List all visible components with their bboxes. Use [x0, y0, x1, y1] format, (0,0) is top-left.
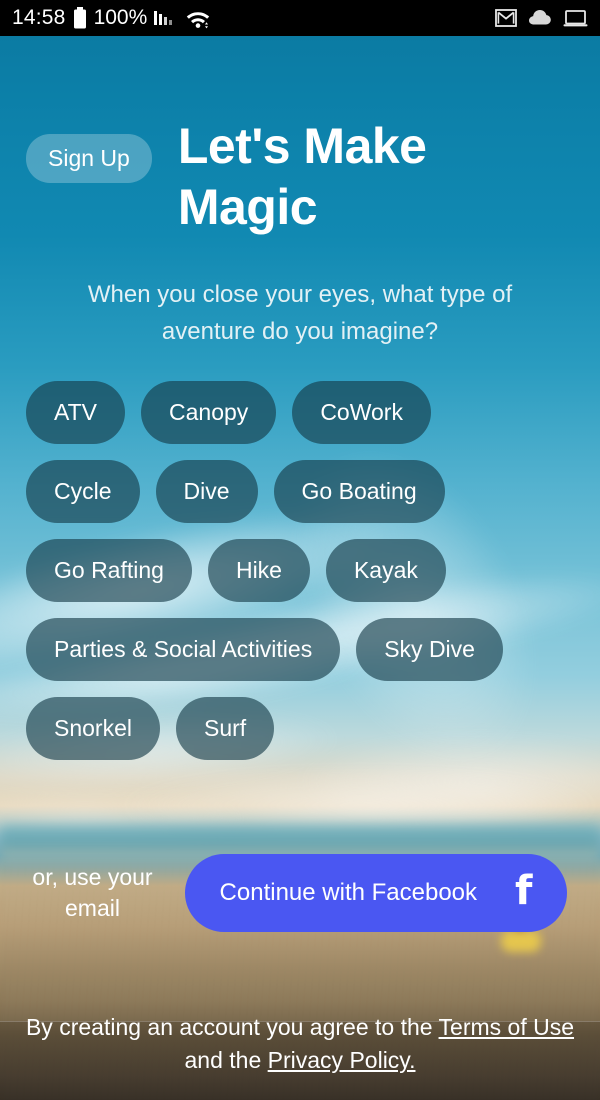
legal-middle: and the	[184, 1047, 268, 1074]
interest-chip[interactable]: Snorkel	[26, 697, 160, 760]
use-email-line1: or, use your	[32, 863, 153, 890]
interest-chip[interactable]: Surf	[175, 697, 275, 760]
privacy-policy-link[interactable]: Privacy Policy.	[268, 1047, 416, 1073]
legal-disclaimer: By creating an account you agree to the …	[0, 1011, 600, 1078]
chip-row: Snorkel Surf	[26, 697, 586, 760]
terms-of-use-link[interactable]: Terms of Use	[439, 1014, 574, 1040]
interest-chip[interactable]: Go Boating	[273, 460, 445, 523]
battery-percent-label: 100%	[93, 6, 148, 29]
status-bar-left: 14:58 100%	[12, 6, 211, 30]
interest-chip[interactable]: Parties & Social Activities	[26, 618, 341, 681]
facebook-f-icon: f	[515, 868, 533, 914]
use-email-link[interactable]: or, use your email	[0, 862, 185, 924]
interest-chip[interactable]: Canopy	[141, 381, 277, 444]
status-bar: 14:58 100%	[0, 0, 600, 36]
use-email-line2: email	[65, 895, 120, 921]
page-title-line2: Magic	[177, 179, 318, 235]
page-title-line1: Let's Make	[177, 118, 427, 174]
interest-chip[interactable]: Sky Dive	[356, 618, 503, 681]
interest-chip-grid: ATV Canopy CoWork Cycle Dive Go Boating …	[26, 381, 586, 776]
interest-chip[interactable]: Go Rafting	[26, 539, 192, 602]
page-title: Let's Make Magic	[178, 116, 427, 238]
signal-bars-icon	[154, 11, 173, 25]
gmail-icon	[495, 9, 517, 27]
chip-row: Cycle Dive Go Boating	[26, 460, 586, 523]
header: Sign Up Let's Make Magic	[0, 116, 600, 238]
interest-chip[interactable]: Kayak	[325, 539, 446, 602]
interest-chip[interactable]: ATV	[26, 381, 126, 444]
cta-row: or, use your email Continue with Faceboo…	[0, 854, 600, 932]
facebook-button-label: Continue with Facebook	[219, 879, 478, 906]
continue-with-facebook-button[interactable]: Continue with Facebook f	[185, 854, 567, 932]
interest-chip[interactable]: CoWork	[292, 381, 431, 444]
status-bar-clock: 14:58	[12, 6, 66, 29]
battery-icon	[73, 7, 86, 29]
cloud-icon	[529, 10, 551, 25]
wifi-icon	[187, 11, 210, 28]
legal-prefix: By creating an account you agree to the	[25, 1014, 439, 1040]
chip-row: Parties & Social Activities Sky Dive	[26, 618, 586, 681]
sign-up-button[interactable]: Sign Up	[26, 134, 152, 183]
prompt-question: When you close your eyes, what type of a…	[87, 281, 513, 346]
interest-chip[interactable]: Cycle	[26, 460, 140, 523]
page-content: Sign Up Let's Make Magic When you close …	[0, 36, 600, 1100]
laptop-icon	[563, 9, 588, 26]
chip-row: Go Rafting Hike Kayak	[26, 539, 586, 602]
status-bar-right	[495, 8, 588, 28]
chip-row: ATV Canopy CoWork	[26, 381, 586, 444]
app-root: 14:58 100% Sign Up Let's Make Magic When…	[0, 0, 600, 1100]
interest-chip[interactable]: Hike	[207, 539, 310, 602]
interest-chip[interactable]: Dive	[155, 460, 258, 523]
